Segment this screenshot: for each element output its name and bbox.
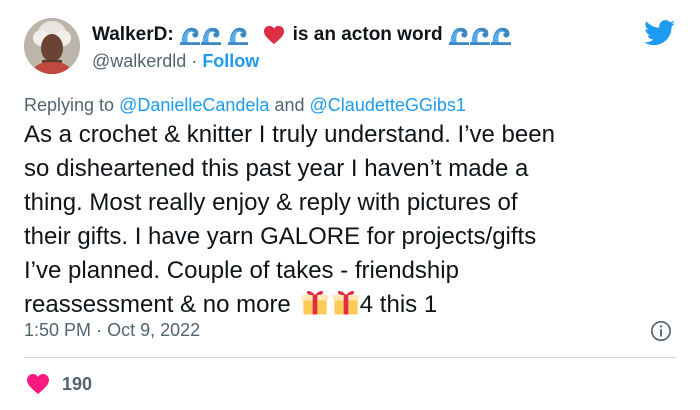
like-button[interactable]: 190 (26, 372, 92, 396)
wave-emoji (449, 25, 469, 45)
tweet-text-fragment: reassessment & no more (24, 291, 291, 318)
avatar[interactable] (24, 18, 80, 74)
wave-emoji (491, 25, 511, 45)
twitter-bird-icon[interactable] (644, 20, 676, 46)
tweet-text-line: their gifts. I have yarn GALORE for proj… (24, 223, 537, 250)
mention-link[interactable]: @ClaudetteGGibs1 (310, 95, 466, 115)
author-handle-row: @walkerdld · Follow (92, 50, 259, 72)
tweet-time: 1:50 PM (24, 320, 92, 340)
gift-emoji (301, 288, 329, 316)
tweet-date: Oct 9, 2022 (107, 320, 201, 340)
info-icon[interactable] (650, 320, 672, 342)
author-name-suffix[interactable]: is an acton word (293, 24, 443, 46)
wave-emoji-group (180, 25, 249, 45)
author-name-row[interactable]: WalkerD: is an acton word (92, 22, 518, 48)
divider (24, 357, 676, 358)
wave-emoji (228, 25, 248, 45)
wave-emoji (180, 25, 200, 45)
wave-emoji (201, 25, 221, 45)
heart-icon[interactable] (26, 373, 50, 395)
red-heart-emoji (263, 25, 284, 45)
author-handle[interactable]: @walkerdld (92, 51, 186, 72)
tweet-text-line: thing. Most really enjoy & reply with pi… (24, 189, 518, 216)
mention-link[interactable]: @DanielleCandela (119, 95, 269, 115)
author-display-name[interactable]: WalkerD: (92, 24, 174, 46)
separator-dot: · (96, 320, 103, 340)
tweet-timestamp[interactable]: 1:50 PM · Oct 9, 2022 (24, 320, 200, 341)
separator-dot: · (191, 50, 198, 71)
tweet-text-line-last: reassessment & no more 4 this 1 (24, 288, 684, 322)
reply-context: Replying to @DanielleCandela and @Claude… (24, 95, 466, 116)
tweet-card: WalkerD: is an acton word @walkerdld · F… (0, 0, 700, 410)
gift-emoji (332, 288, 360, 316)
tweet-text-line: As a crochet & knitter I truly understan… (24, 121, 555, 148)
tweet-text: As a crochet & knitter I truly understan… (24, 118, 684, 322)
tweet-text-fragment: 4 this 1 (359, 291, 438, 318)
wave-emoji-group (449, 25, 512, 45)
tweet-text-line: so disheartened this past year I haven’t… (24, 155, 529, 182)
reply-conjunction: and (274, 95, 305, 115)
reply-prefix: Replying to (24, 95, 115, 115)
follow-button[interactable]: Follow (202, 51, 259, 72)
wave-emoji (470, 25, 490, 45)
tweet-text-line: I’ve planned. Couple of takes - friendsh… (24, 257, 459, 284)
like-count: 190 (62, 373, 93, 394)
